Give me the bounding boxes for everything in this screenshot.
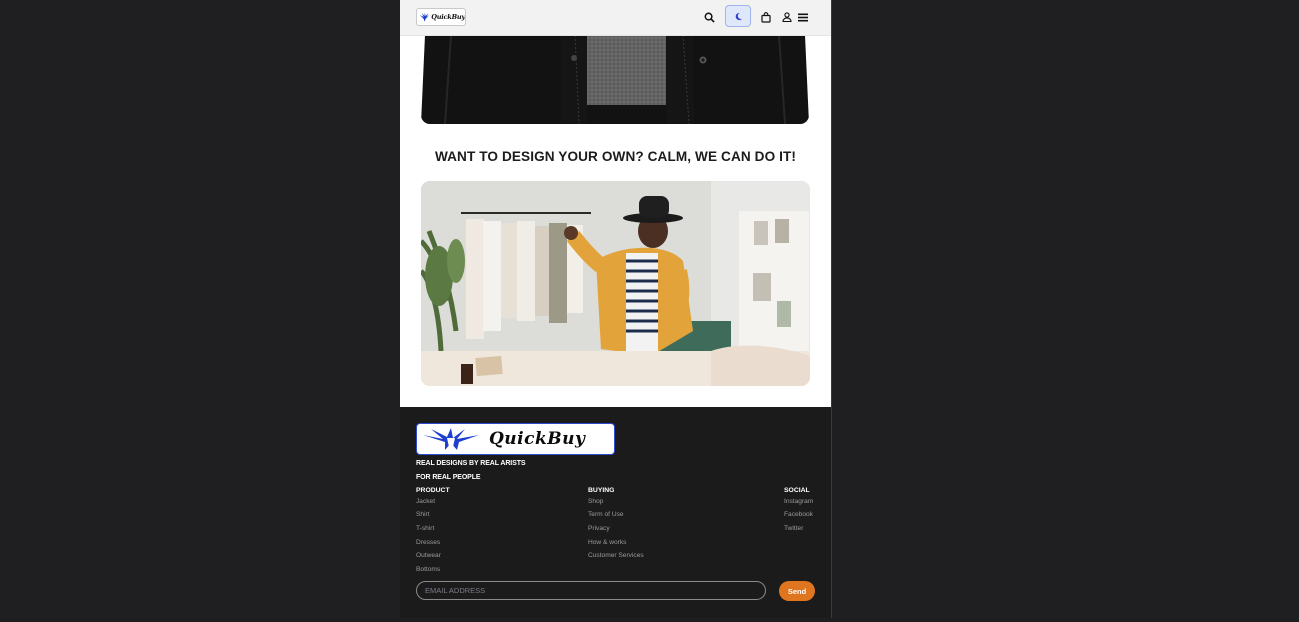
footer-link-outwear[interactable]: Outwear xyxy=(416,552,441,559)
theme-toggle-button[interactable] xyxy=(725,5,751,27)
footer-link-instagram[interactable]: Instagram xyxy=(784,498,813,505)
footer-link-bottoms[interactable]: Bottoms xyxy=(416,566,440,573)
moon-icon xyxy=(735,12,742,20)
menu-icon xyxy=(798,13,808,21)
jacket-photo xyxy=(421,35,809,124)
site-footer: QuickBuy REAL DESIGNS BY REAL ARISTS FOR… xyxy=(400,407,831,618)
footer-link-how-works[interactable]: How & works xyxy=(588,539,626,546)
menu-button[interactable] xyxy=(795,9,811,25)
footer-brand-logo[interactable]: QuickBuy xyxy=(416,423,615,455)
footer-link-jacket[interactable]: Jacket xyxy=(416,498,435,505)
social-column-heading: SOCIAL xyxy=(784,487,810,494)
tagline-line-1: REAL DESIGNS BY REAL ARISTS xyxy=(416,460,526,467)
brand-logo[interactable]: QuickBuy xyxy=(416,8,466,26)
hero-image xyxy=(421,35,809,124)
footer-link-terms[interactable]: Term of Use xyxy=(588,511,624,518)
newsletter-email-input[interactable] xyxy=(416,581,766,600)
footer-logo-wordmark: QuickBuy xyxy=(489,429,586,449)
search-icon xyxy=(704,12,715,23)
footer-link-shirt[interactable]: Shirt xyxy=(416,511,430,518)
mobile-viewport: QuickBuy WANT TO DESIGN YOUR OWN? CALM, … xyxy=(400,0,832,618)
user-icon xyxy=(782,12,792,22)
search-button[interactable] xyxy=(701,9,717,25)
footer-link-facebook[interactable]: Facebook xyxy=(784,511,813,518)
send-button[interactable]: Send xyxy=(779,581,815,601)
designer-photo xyxy=(421,181,810,386)
logo-wordmark: QuickBuy xyxy=(431,13,465,21)
logo-mark-icon xyxy=(423,428,479,450)
logo-mark-icon xyxy=(419,12,430,22)
bag-icon xyxy=(761,11,771,23)
footer-link-customer-services[interactable]: Customer Services xyxy=(588,552,644,559)
cart-button[interactable] xyxy=(758,9,774,25)
footer-link-dresses[interactable]: Dresses xyxy=(416,539,440,546)
top-navbar: QuickBuy xyxy=(400,0,831,36)
footer-link-shop[interactable]: Shop xyxy=(588,498,603,505)
buying-column-heading: BUYING xyxy=(588,487,615,494)
section-headline: WANT TO DESIGN YOUR OWN? CALM, WE CAN DO… xyxy=(434,149,797,164)
product-column-heading: PRODUCT xyxy=(416,487,450,494)
account-button[interactable] xyxy=(779,9,795,25)
designer-studio-image xyxy=(421,181,810,386)
tagline-line-2: FOR REAL PEOPLE xyxy=(416,474,481,481)
footer-link-privacy[interactable]: Privacy xyxy=(588,525,610,532)
footer-link-twitter[interactable]: Twitter xyxy=(784,525,803,532)
footer-link-tshirt[interactable]: T-shirt xyxy=(416,525,434,532)
